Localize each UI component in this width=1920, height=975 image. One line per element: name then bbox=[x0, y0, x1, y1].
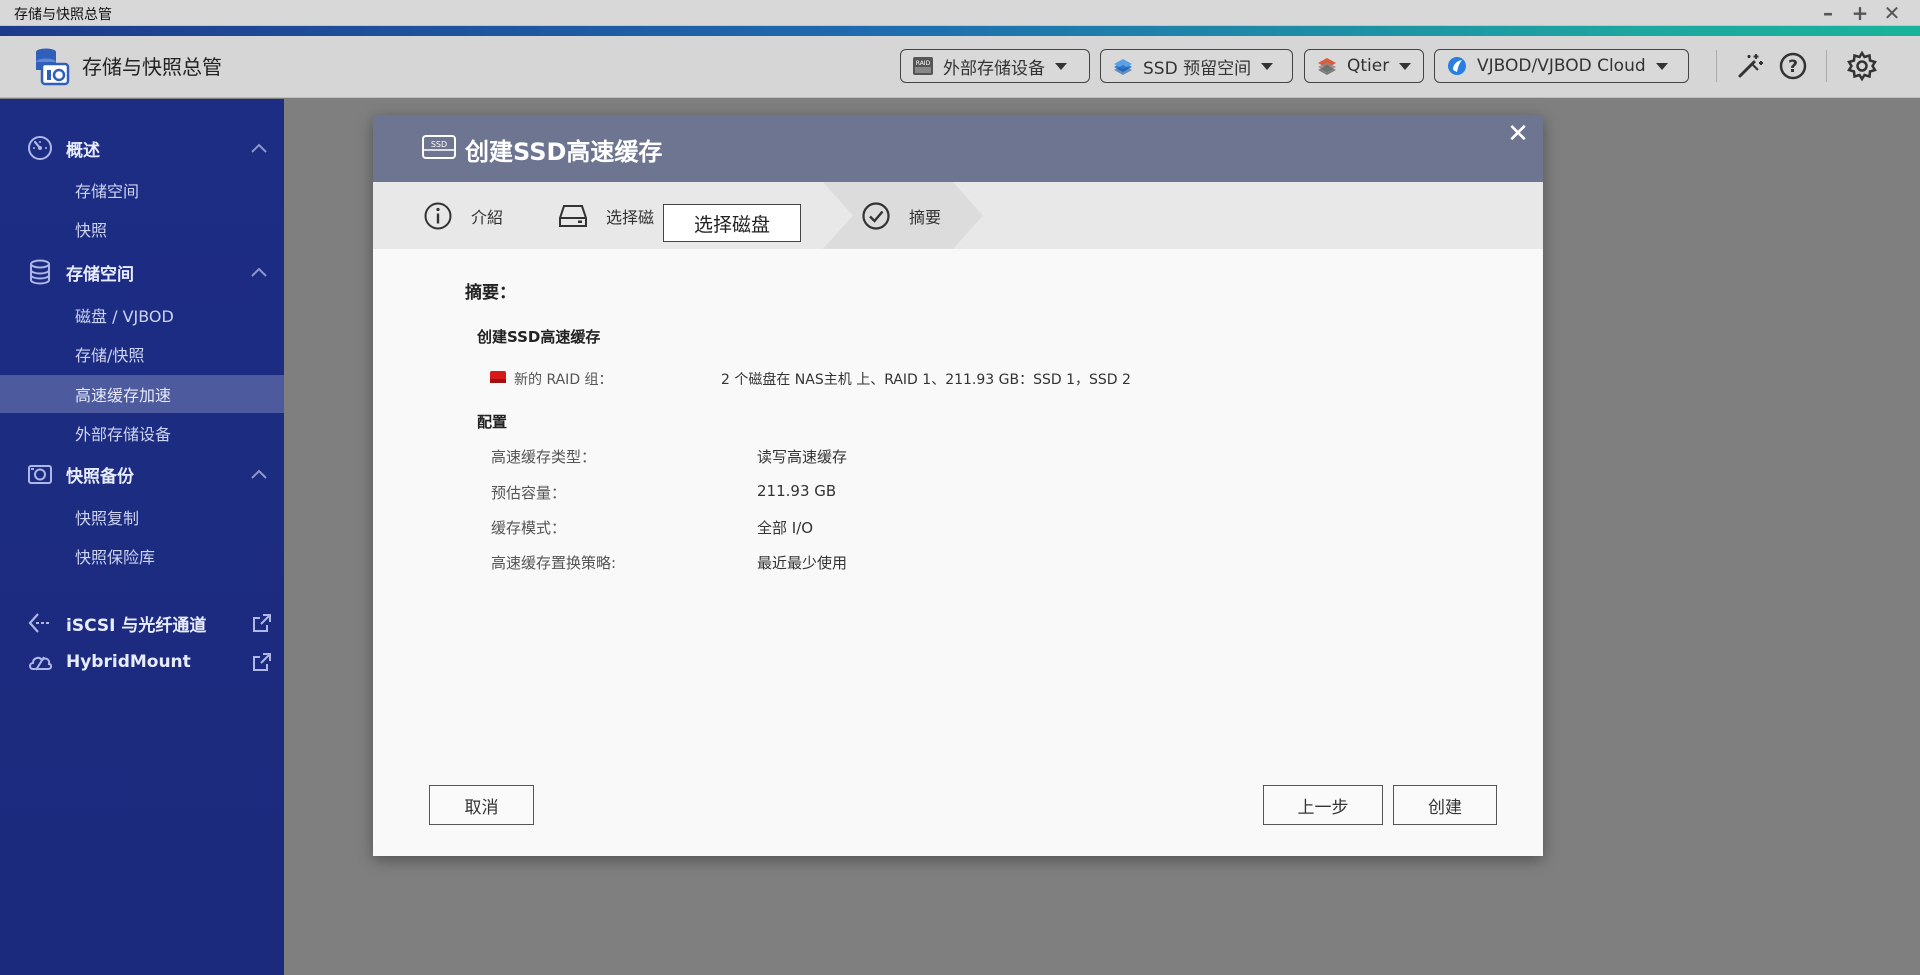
ssd-reserve-label: SSD 预留空间 bbox=[1143, 58, 1252, 79]
step-label: 介紹 bbox=[471, 207, 504, 227]
step-tooltip: 选择磁盘 bbox=[663, 204, 801, 242]
sidebar-section-label: 快照备份 bbox=[66, 466, 134, 487]
sidebar-item-snapshot[interactable]: 快照 bbox=[0, 210, 284, 248]
storage-manager-logo-icon bbox=[36, 48, 70, 86]
external-storage-button[interactable]: RAID 外部存储设备 bbox=[900, 49, 1090, 83]
hybridmount-cloud-icon bbox=[29, 656, 53, 671]
cache-type-label: 高速缓存类型： bbox=[491, 448, 597, 466]
external-link-icon[interactable] bbox=[252, 652, 272, 672]
minimize-icon[interactable]: – bbox=[1816, 2, 1840, 24]
iscsi-connection-icon bbox=[28, 613, 50, 633]
cache-type-value: 读写高速缓存 bbox=[757, 448, 848, 466]
step-label: 选择磁 bbox=[606, 207, 655, 227]
dialog-title: 创建SSD高速缓存 bbox=[465, 138, 663, 166]
sidebar: 概述 存储空间 快照 存储空间 磁盘 / VJBOD 存储/快照 高速缓存加速 … bbox=[0, 99, 284, 975]
svg-text:?: ? bbox=[1788, 57, 1798, 77]
sidebar-item-cache-acceleration[interactable]: 高速缓存加速 bbox=[0, 375, 284, 413]
sidebar-item-disks-vjbod[interactable]: 磁盘 / VJBOD bbox=[0, 296, 284, 334]
hard-drive-icon bbox=[559, 204, 587, 227]
external-link-icon[interactable] bbox=[252, 613, 272, 633]
svg-text:RAID: RAID bbox=[916, 60, 931, 67]
close-window-icon[interactable]: ✕ bbox=[1880, 2, 1904, 24]
dashboard-gauge-icon bbox=[28, 136, 52, 160]
ssd-icon: SSD bbox=[422, 135, 456, 159]
sidebar-item-storage-snapshot[interactable]: 存储/快照 bbox=[0, 335, 284, 373]
sidebar-section-label: 存储空间 bbox=[66, 264, 134, 285]
sidebar-section-label: 概述 bbox=[66, 140, 100, 161]
estimated-capacity-value: 211.93 GB bbox=[757, 482, 837, 500]
create-ssd-cache-dialog: SSD 创建SSD高速缓存 ✕ 介紹 选择磁 置 bbox=[373, 115, 1543, 856]
summary-heading: 摘要： bbox=[465, 283, 516, 303]
sidebar-item-storage-space[interactable]: 存储空间 bbox=[0, 171, 284, 209]
cancel-button[interactable]: 取消 bbox=[429, 785, 534, 825]
wizard-steps: 介紹 选择磁 置 摘要 选择磁盘 bbox=[373, 182, 1543, 249]
vjbod-cloud-icon bbox=[1448, 57, 1466, 75]
check-circle-icon bbox=[862, 201, 890, 230]
create-section-title: 创建SSD高速缓存 bbox=[477, 328, 601, 346]
sidebar-section-snapshot-backup[interactable]: 快照备份 bbox=[0, 455, 284, 493]
vjbod-button[interactable]: VJBOD/VJBOD Cloud bbox=[1434, 49, 1689, 83]
raid-group-icon bbox=[490, 371, 506, 383]
sidebar-item-snapshot-replica[interactable]: 快照复制 bbox=[0, 498, 284, 536]
header-divider bbox=[1716, 50, 1717, 82]
cache-mode-label: 缓存模式： bbox=[491, 519, 567, 537]
database-icon bbox=[30, 259, 50, 285]
qtier-label: Qtier bbox=[1347, 56, 1390, 76]
raid-group-value: 2 个磁盘在 NAS主机 上、RAID 1、211.93 GB：SSD 1，SS… bbox=[721, 372, 1131, 388]
sidebar-section-hybridmount[interactable]: HybridMount bbox=[0, 643, 284, 681]
accent-stripe bbox=[0, 26, 1920, 36]
step-summary[interactable]: 摘要 bbox=[861, 182, 941, 249]
estimated-capacity-label: 预估容量： bbox=[491, 484, 567, 502]
camera-icon bbox=[28, 465, 52, 484]
external-storage-label: 外部存储设备 bbox=[943, 58, 1045, 79]
os-window-title: 存储与快照总管 bbox=[14, 7, 112, 23]
info-icon bbox=[424, 202, 452, 229]
dropdown-caret-icon bbox=[1055, 62, 1067, 70]
dialog-header: SSD 创建SSD高速缓存 ✕ bbox=[373, 115, 1543, 182]
magic-wand-icon[interactable] bbox=[1734, 50, 1766, 82]
replacement-policy-label: 高速缓存置换策略: bbox=[491, 554, 617, 572]
cache-mode-value: 全部 I/O bbox=[757, 519, 814, 537]
header-divider bbox=[1826, 50, 1827, 82]
help-icon[interactable]: ? bbox=[1777, 50, 1809, 82]
dropdown-caret-icon bbox=[1399, 62, 1412, 70]
vjbod-label: VJBOD/VJBOD Cloud bbox=[1477, 56, 1646, 76]
qtier-icon bbox=[1318, 58, 1336, 75]
dropdown-caret-icon bbox=[1261, 62, 1274, 70]
maximize-icon[interactable]: + bbox=[1848, 2, 1872, 24]
chevron-up-icon[interactable] bbox=[250, 468, 268, 480]
config-section-title: 配置 bbox=[477, 413, 508, 431]
sidebar-section-overview[interactable]: 概述 bbox=[0, 129, 284, 167]
gear-icon[interactable] bbox=[1846, 50, 1878, 82]
app-header: 存储与快照总管 RAID 外部存储设备 SSD 预留空间 Qtier VJBOD… bbox=[0, 36, 1920, 98]
sidebar-section-label: iSCSI 与光纤通道 bbox=[66, 615, 207, 636]
step-label: 摘要 bbox=[909, 207, 942, 227]
raid-device-icon: RAID bbox=[913, 57, 933, 75]
create-button[interactable]: 创建 bbox=[1393, 785, 1497, 825]
sidebar-item-external-storage[interactable]: 外部存储设备 bbox=[0, 414, 284, 452]
raid-group-label: 新的 RAID 组： bbox=[514, 372, 613, 388]
dropdown-caret-icon bbox=[1655, 62, 1668, 70]
chevron-up-icon[interactable] bbox=[250, 142, 268, 154]
step-intro[interactable]: 介紹 bbox=[423, 182, 503, 249]
ssd-reserve-button[interactable]: SSD 预留空间 bbox=[1100, 49, 1293, 83]
sidebar-section-storage[interactable]: 存储空间 bbox=[0, 253, 284, 291]
chevron-up-icon[interactable] bbox=[250, 266, 268, 278]
sidebar-section-label: HybridMount bbox=[66, 652, 191, 672]
sidebar-section-iscsi[interactable]: iSCSI 与光纤通道 bbox=[0, 604, 284, 642]
qtier-button[interactable]: Qtier bbox=[1304, 49, 1424, 83]
ssd-stack-icon bbox=[1114, 59, 1132, 75]
svg-text:SSD: SSD bbox=[431, 140, 447, 149]
close-icon[interactable]: ✕ bbox=[1507, 121, 1529, 147]
back-button[interactable]: 上一步 bbox=[1263, 785, 1383, 825]
app-title: 存储与快照总管 bbox=[82, 55, 222, 79]
os-titlebar: 存储与快照总管 – + ✕ bbox=[0, 0, 1920, 26]
sidebar-item-snapshot-vault[interactable]: 快照保险库 bbox=[0, 537, 284, 575]
step-select-disks[interactable]: 选择磁 bbox=[558, 182, 654, 249]
replacement-policy-value: 最近最少使用 bbox=[757, 554, 848, 572]
